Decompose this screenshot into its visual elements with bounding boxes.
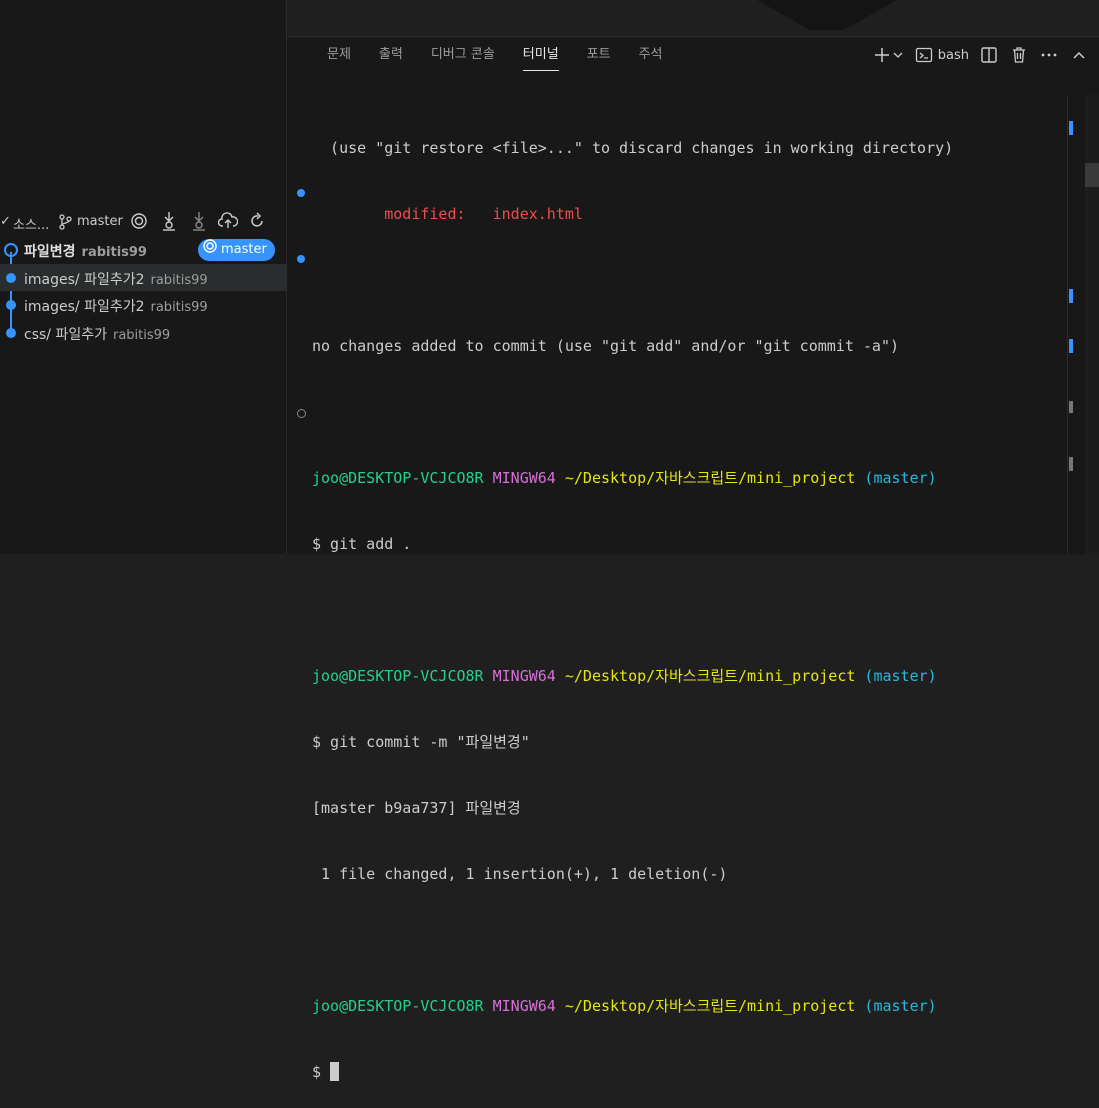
terminal-icon[interactable]	[914, 45, 934, 65]
prompt-env: MINGW64	[492, 997, 556, 1015]
bottom-panel: 문제 출력 디버그 콘솔 터미널 포트 주석 bash (use "git re…	[287, 36, 1099, 1081]
terminal-line: no changes added to commit (use "git add…	[312, 337, 899, 355]
tab-output[interactable]: 출력	[365, 37, 417, 73]
command-decoration[interactable]	[297, 189, 305, 197]
prompt-user: joo@DESKTOP-VCJCO8R	[312, 997, 484, 1015]
terminal-line: [master b9aa737] 파일변경	[312, 799, 521, 817]
ruler-mark	[1069, 289, 1073, 303]
editor-area	[287, 0, 1099, 36]
commit-author: rabitis99	[112, 328, 171, 343]
split-terminal-icon[interactable]	[979, 45, 999, 65]
tab-comments[interactable]: 주석	[625, 37, 677, 73]
commit-author: rabitis99	[150, 273, 208, 288]
panel-tabs: 문제 출력 디버그 콘솔 터미널 포트 주석	[313, 37, 677, 73]
panel-toolbar: bash	[874, 37, 1089, 73]
prompt-env: MINGW64	[492, 469, 556, 487]
prompt-symbol: $	[312, 1063, 331, 1081]
prompt-branch: (master)	[864, 469, 937, 487]
prompt-path: ~/Desktop/자바스크립트/mini_project	[564, 997, 856, 1015]
refresh-icon[interactable]	[248, 212, 266, 234]
prompt-path: ~/Desktop/자바스크립트/mini_project	[564, 469, 856, 487]
commit-author: rabitis99	[150, 300, 208, 315]
command-decoration-empty[interactable]	[297, 409, 306, 418]
prompt-line: joo@DESKTOP-VCJCO8R MINGW64 ~/Desktop/자바…	[312, 995, 953, 1017]
commit-message: css/ 파일추가	[24, 327, 107, 343]
prompt-line: joo@DESKTOP-VCJCO8R MINGW64 ~/Desktop/자바…	[312, 467, 953, 489]
ruler-mark	[1069, 457, 1073, 471]
command-decoration[interactable]	[297, 255, 305, 263]
ruler-mark	[1069, 121, 1073, 135]
terminal-output[interactable]: (use "git restore <file>..." to discard …	[312, 93, 953, 1108]
commit-row[interactable]: images/ 파일추가2 rabitis99	[0, 264, 286, 291]
ruler-mark	[1069, 339, 1073, 353]
terminal-name[interactable]: bash	[938, 48, 969, 63]
scrollbar-thumb[interactable]	[1085, 163, 1099, 187]
more-actions-icon[interactable]	[1039, 45, 1059, 65]
branch-badge: master	[198, 239, 275, 261]
commit-row[interactable]: css/ 파일추가 rabitis99	[0, 319, 286, 346]
tab-ports[interactable]: 포트	[573, 37, 625, 73]
collapse-chevron-icon[interactable]: ✓	[0, 214, 11, 229]
commit-author: rabitis99	[81, 245, 147, 260]
prompt-branch: (master)	[864, 667, 937, 685]
target-icon	[202, 238, 218, 262]
terminal-cursor	[330, 1062, 340, 1081]
commit-row[interactable]: 파일변경 rabitis99 master	[0, 236, 286, 263]
chevron-up-icon[interactable]	[1069, 45, 1089, 65]
branch-badge-label: master	[221, 242, 267, 257]
source-control-graph-header: ✓ 소스... master	[0, 210, 286, 236]
overview-ruler	[1067, 95, 1082, 555]
terminal-line: (use "git restore <file>..." to discard …	[312, 139, 954, 157]
input-line[interactable]: $	[312, 1061, 953, 1083]
fetch-icon[interactable]	[160, 211, 178, 235]
commit-node	[6, 328, 16, 338]
terminal-command: $ git add .	[312, 535, 412, 553]
source-control-panel: ✓ 소스... master 파일변경 rabitis99 master ima…	[0, 0, 286, 554]
commit-node-head	[4, 243, 18, 257]
commit-row[interactable]: images/ 파일추가2 rabitis99	[0, 291, 286, 318]
prompt-user: joo@DESKTOP-VCJCO8R	[312, 469, 484, 487]
commit-node	[6, 273, 16, 283]
terminal-line-modified: modified: index.html	[312, 205, 583, 223]
ruler-mark	[1069, 401, 1073, 413]
terminal-command: $ git commit -m "파일변경"	[312, 733, 530, 751]
commit-message: images/ 파일추가2	[24, 272, 145, 288]
commit-message: 파일변경	[24, 244, 76, 260]
tab-terminal[interactable]: 터미널	[509, 37, 573, 73]
branch-label: master	[77, 214, 123, 229]
prompt-branch: (master)	[864, 997, 937, 1015]
target-icon[interactable]	[130, 212, 148, 234]
tab-problems[interactable]: 문제	[313, 37, 365, 73]
prompt-env: MINGW64	[492, 667, 556, 685]
new-terminal-plus-icon[interactable]	[874, 45, 904, 65]
commit-message: images/ 파일추가2	[24, 299, 145, 315]
tab-debug-console[interactable]: 디버그 콘솔	[417, 37, 509, 73]
prompt-user: joo@DESKTOP-VCJCO8R	[312, 667, 484, 685]
pull-icon[interactable]	[190, 211, 208, 235]
commit-node	[6, 300, 16, 310]
prompt-line: joo@DESKTOP-VCJCO8R MINGW64 ~/Desktop/자바…	[312, 665, 953, 687]
prompt-path: ~/Desktop/자바스크립트/mini_project	[564, 667, 856, 685]
section-title[interactable]: 소스...	[13, 214, 49, 233]
editor-watermark	[757, 0, 897, 30]
branch-icon	[58, 214, 72, 234]
cloud-upload-icon[interactable]	[217, 212, 239, 234]
terminal-scrollbar[interactable]	[1085, 95, 1099, 555]
terminal-line: 1 file changed, 1 insertion(+), 1 deleti…	[312, 865, 728, 883]
trash-icon[interactable]	[1009, 45, 1029, 65]
